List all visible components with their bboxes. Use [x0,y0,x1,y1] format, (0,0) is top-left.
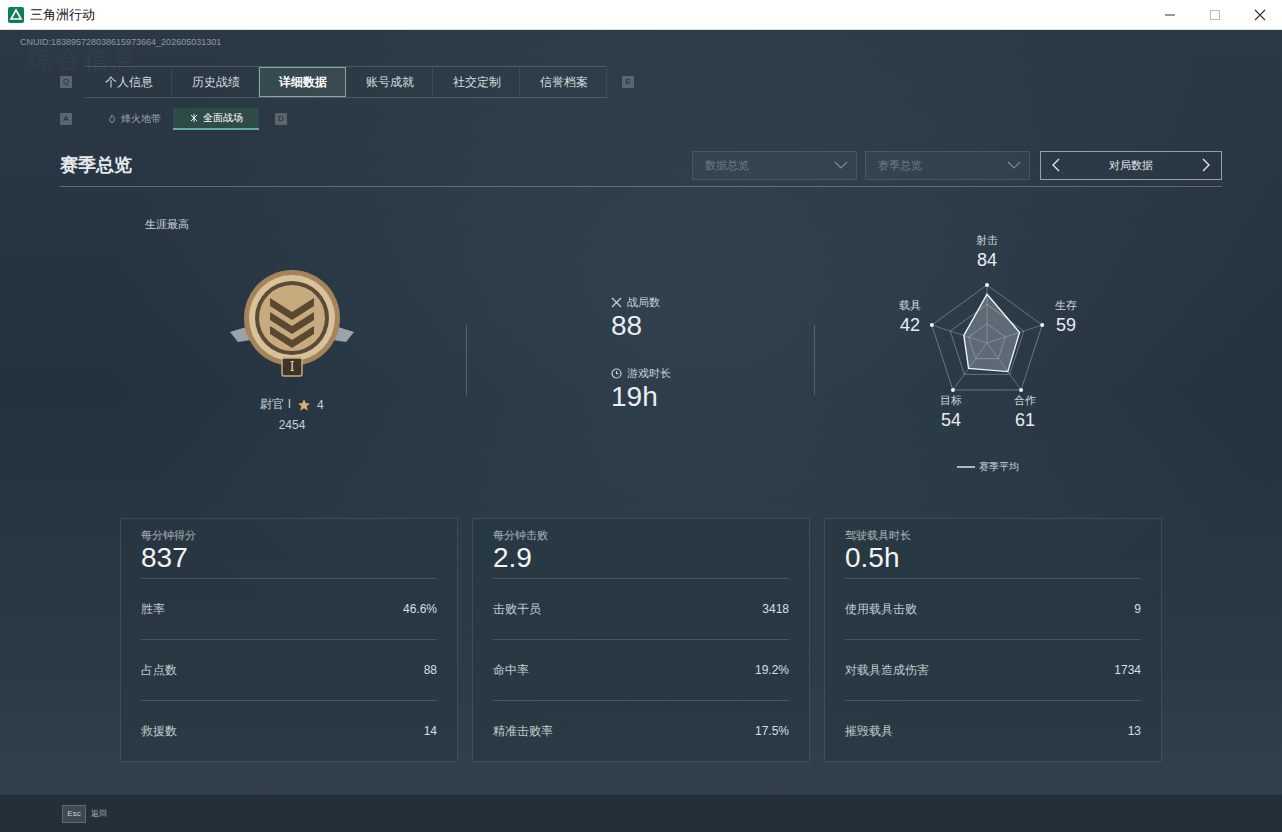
career-label: 生涯最高 [145,217,466,232]
tab[interactable]: 社交定制 [433,67,520,97]
card-title: 驾驶载具时长 [845,528,1141,542]
card-value: 2.9 [493,542,789,574]
rank-name: 尉官 I [260,396,291,413]
radar-axis-label: 射击 [976,234,998,246]
radar-vertex [1019,388,1023,392]
tab[interactable]: 信誉档案 [520,67,607,97]
battlefield-icon [189,113,199,123]
radar-axis-label: 生存 [1055,299,1077,311]
legend-label: 赛季平均 [979,461,1019,472]
tab[interactable]: 历史战绩 [172,67,259,97]
mode-tab[interactable]: 烽火地带 [95,108,173,130]
flame-icon [107,114,117,124]
stat-card: 每分钟击败 2.9 击败干员 3418命中率 19.2%精准击败率 17.5% [472,518,810,762]
summary-stat: 战局数 88 [611,295,814,342]
radar-axis-label: 合作 [1014,394,1036,406]
close-button[interactable] [1237,0,1282,29]
stat-row: 胜率 46.6% [141,578,437,639]
stat-row: 救援数 14 [141,700,437,761]
mode-tab[interactable]: 全面战场 [173,108,259,130]
stat-row: 占点数 88 [141,639,437,700]
radar-axis-label: 载具 [899,299,921,311]
filter-dropdown[interactable]: 数据总览 [692,151,857,180]
stat-card: 每分钟得分 837 胜率 46.6%占点数 88救援数 14 [120,518,458,762]
chevron-down-icon [1007,160,1021,170]
career-panel: 生涯最高 I 尉官 I 4 2454 [60,187,466,510]
stat-row: 精准击败率 17.5% [493,700,789,761]
rank-score: 2454 [279,418,306,432]
stat-card: 驾驶载具时长 0.5h 使用载具击败 9对载具造成伤害 1734摧毁载具 13 [824,518,1162,762]
summary-stat: 游戏时长 19h [611,366,814,413]
stat-cards: 每分钟得分 837 胜率 46.6%占点数 88救援数 14每分钟击败 2.9 … [120,518,1282,762]
radar-axis-value: 59 [1056,315,1076,335]
chevron-left-icon [1052,158,1060,172]
key-hint[interactable]: A [60,113,72,125]
next-button[interactable] [1199,155,1213,175]
season-overview: 生涯最高 I 尉官 I 4 2454 战局数 88 游戏时长 19h 射击 84 生… [60,187,1222,510]
tab[interactable]: 详细数据 [259,67,346,97]
rank-badge-icon: I [222,262,362,382]
chevron-right-icon [1202,158,1210,172]
radar-axis-value: 42 [900,315,920,335]
app-window: 三角洲行动 综合信息 CNUID:183895728038615973664_2… [0,0,1282,832]
radar-vertex [985,283,989,287]
uid-label: CNUID:183895728038615973664_202605031301 [0,30,1282,48]
star-count: 4 [317,398,324,412]
tab-bar: Q 个人信息历史战绩详细数据账号成就社交定制信誉档案 E [60,66,1282,98]
radar-vertex [1040,323,1044,327]
tab[interactable]: 个人信息 [85,67,172,97]
pager-label: 对局数据 [1109,158,1153,173]
star-icon [297,398,311,412]
card-title: 每分钟击败 [493,528,789,542]
card-value: 837 [141,542,437,574]
minimize-icon [1164,9,1176,21]
prev-button[interactable] [1049,155,1063,175]
pager: 对局数据 [1040,151,1222,180]
radar-chart: 射击 84 生存 59 合作 61 目标 54 载具 42 赛季平均 [867,225,1107,480]
clock-icon [611,368,622,379]
radar-vertex [951,388,955,392]
rank-line: 尉官 I 4 [260,396,323,413]
key-hint[interactable]: Q [60,76,72,88]
radar-series [964,294,1020,371]
title-bar: 三角洲行动 [0,0,1282,30]
stat-row: 对载具造成伤害 1734 [845,639,1141,700]
radar-panel: 射击 84 生存 59 合作 61 目标 54 载具 42 赛季平均 [815,187,1222,510]
stat-row: 摧毁载具 13 [845,700,1141,761]
radar-vertex [930,323,934,327]
window-title: 三角洲行动 [30,6,95,24]
stat-row: 使用载具击败 9 [845,578,1141,639]
summary-panel: 战局数 88 游戏时长 19h [467,187,814,510]
filter-dropdown[interactable]: 赛季总览 [865,151,1030,180]
stat-row: 击败干员 3418 [493,578,789,639]
tab[interactable]: 账号成就 [346,67,433,97]
maximize-icon [1209,9,1221,21]
radar-axis-value: 61 [1015,410,1035,430]
main-area: 综合信息 CNUID:183895728038615973664_2026050… [0,30,1282,832]
legend-line [957,466,975,467]
maximize-button[interactable] [1192,0,1237,29]
stat-row: 命中率 19.2% [493,639,789,700]
crossed-swords-icon [611,297,622,308]
key-hint[interactable]: D [275,113,287,125]
divider [814,325,815,395]
divider [466,325,467,395]
radar-axis-value: 54 [941,410,961,430]
radar-grid [932,285,1042,390]
card-title: 每分钟得分 [141,528,437,542]
close-icon [1254,9,1266,21]
back-button[interactable]: Esc 返回 [62,805,107,823]
mode-tab-bar: A 烽火地带 全面战场 D [60,108,1282,130]
chevron-down-icon [834,160,848,170]
radar-axis-value: 84 [977,250,997,270]
game-logo-icon [8,7,24,23]
card-value: 0.5h [845,542,1141,574]
footer-bar: Esc 返回 [0,794,1282,832]
section-header: 赛季总览 数据总览 赛季总览 对局数据 [60,148,1222,187]
radar-axis-label: 目标 [940,394,962,406]
key-hint[interactable]: E [622,76,634,88]
badge-numeral: I [290,360,295,374]
section-title: 赛季总览 [60,153,132,177]
minimize-button[interactable] [1147,0,1192,29]
